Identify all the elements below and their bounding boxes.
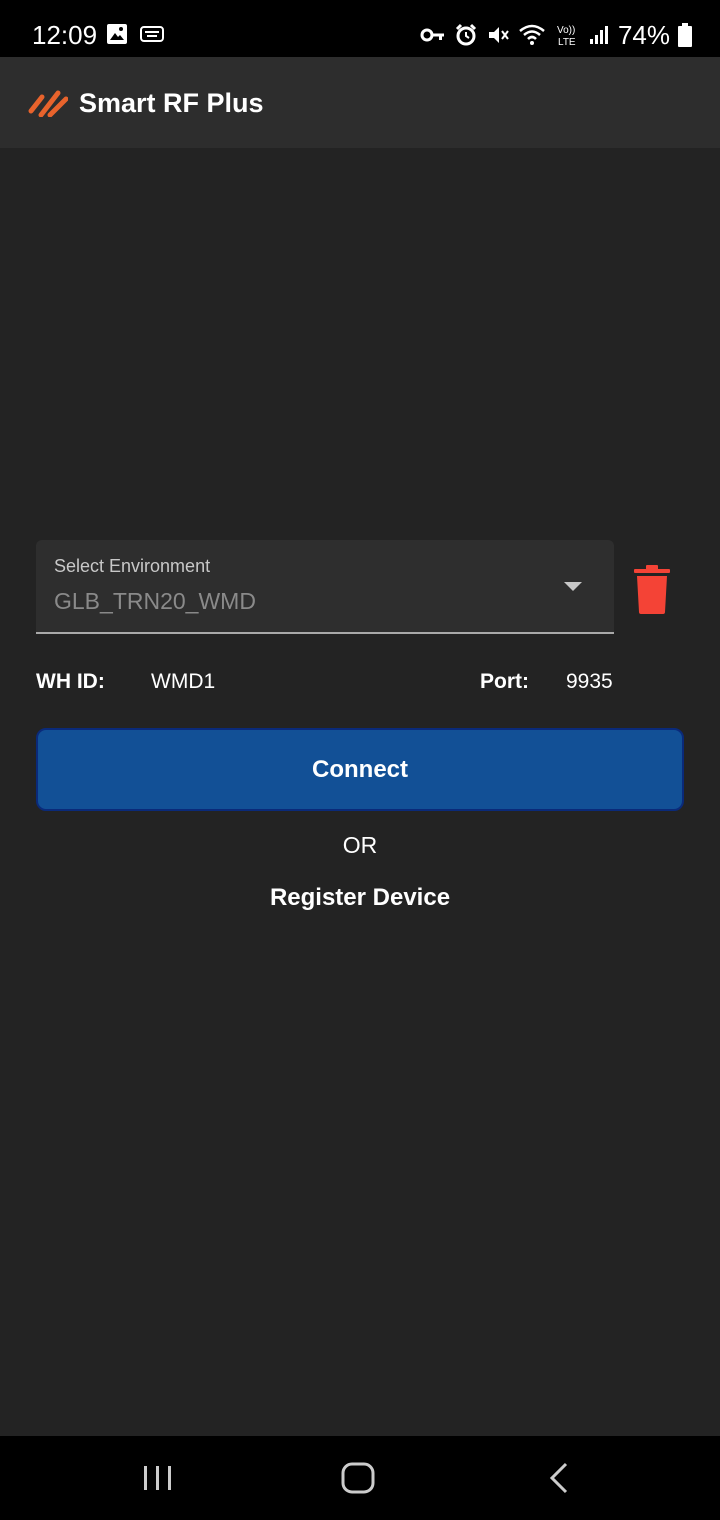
environment-select-value: GLB_TRN20_WMD (54, 588, 256, 614)
port-label: Port: (480, 670, 529, 693)
home-icon[interactable] (338, 1460, 378, 1496)
delete-icon[interactable] (632, 564, 672, 614)
battery-icon (678, 23, 692, 47)
keyboard-icon (140, 26, 164, 42)
battery-percentage: 74% (617, 19, 670, 50)
or-divider-text: OR (342, 832, 378, 858)
recent-apps-icon[interactable] (138, 1460, 178, 1496)
image-icon (107, 24, 127, 44)
app-title: Smart RF Plus (79, 88, 264, 118)
svg-text:Vo)): Vo)) (557, 25, 575, 36)
mute-icon (488, 27, 509, 43)
environment-select[interactable]: Select Environment GLB_TRN20_WMD (36, 540, 614, 634)
wifi-icon (519, 24, 545, 45)
dropdown-arrow-icon[interactable] (564, 582, 582, 591)
status-time: 12:09 (32, 20, 98, 50)
status-right: Vo)) LTE 74% (420, 18, 692, 52)
main-content: Select Environment GLB_TRN20_WMD WH ID: … (0, 148, 720, 1436)
status-bar: 12:09 Vo)) LTE 74% (0, 0, 720, 57)
signal-icon (589, 26, 608, 44)
status-left-icons (106, 23, 164, 45)
volte-icon: Vo)) LTE (557, 25, 576, 48)
svg-text:LTE: LTE (558, 37, 576, 48)
back-icon[interactable] (540, 1460, 580, 1496)
register-device-button[interactable]: Register Device (0, 884, 720, 912)
wh-id-label: WH ID: (36, 670, 105, 693)
port-value: 9935 (566, 670, 613, 693)
app-logo-icon (28, 90, 68, 117)
connect-button[interactable]: Connect (36, 728, 684, 811)
navigation-bar (0, 1436, 720, 1520)
app-bar: Smart RF Plus (0, 57, 720, 148)
vpn-key-icon (420, 28, 444, 42)
alarm-icon (455, 23, 477, 46)
environment-select-label: Select Environment (54, 556, 211, 576)
wh-id-value: WMD1 (151, 670, 216, 693)
